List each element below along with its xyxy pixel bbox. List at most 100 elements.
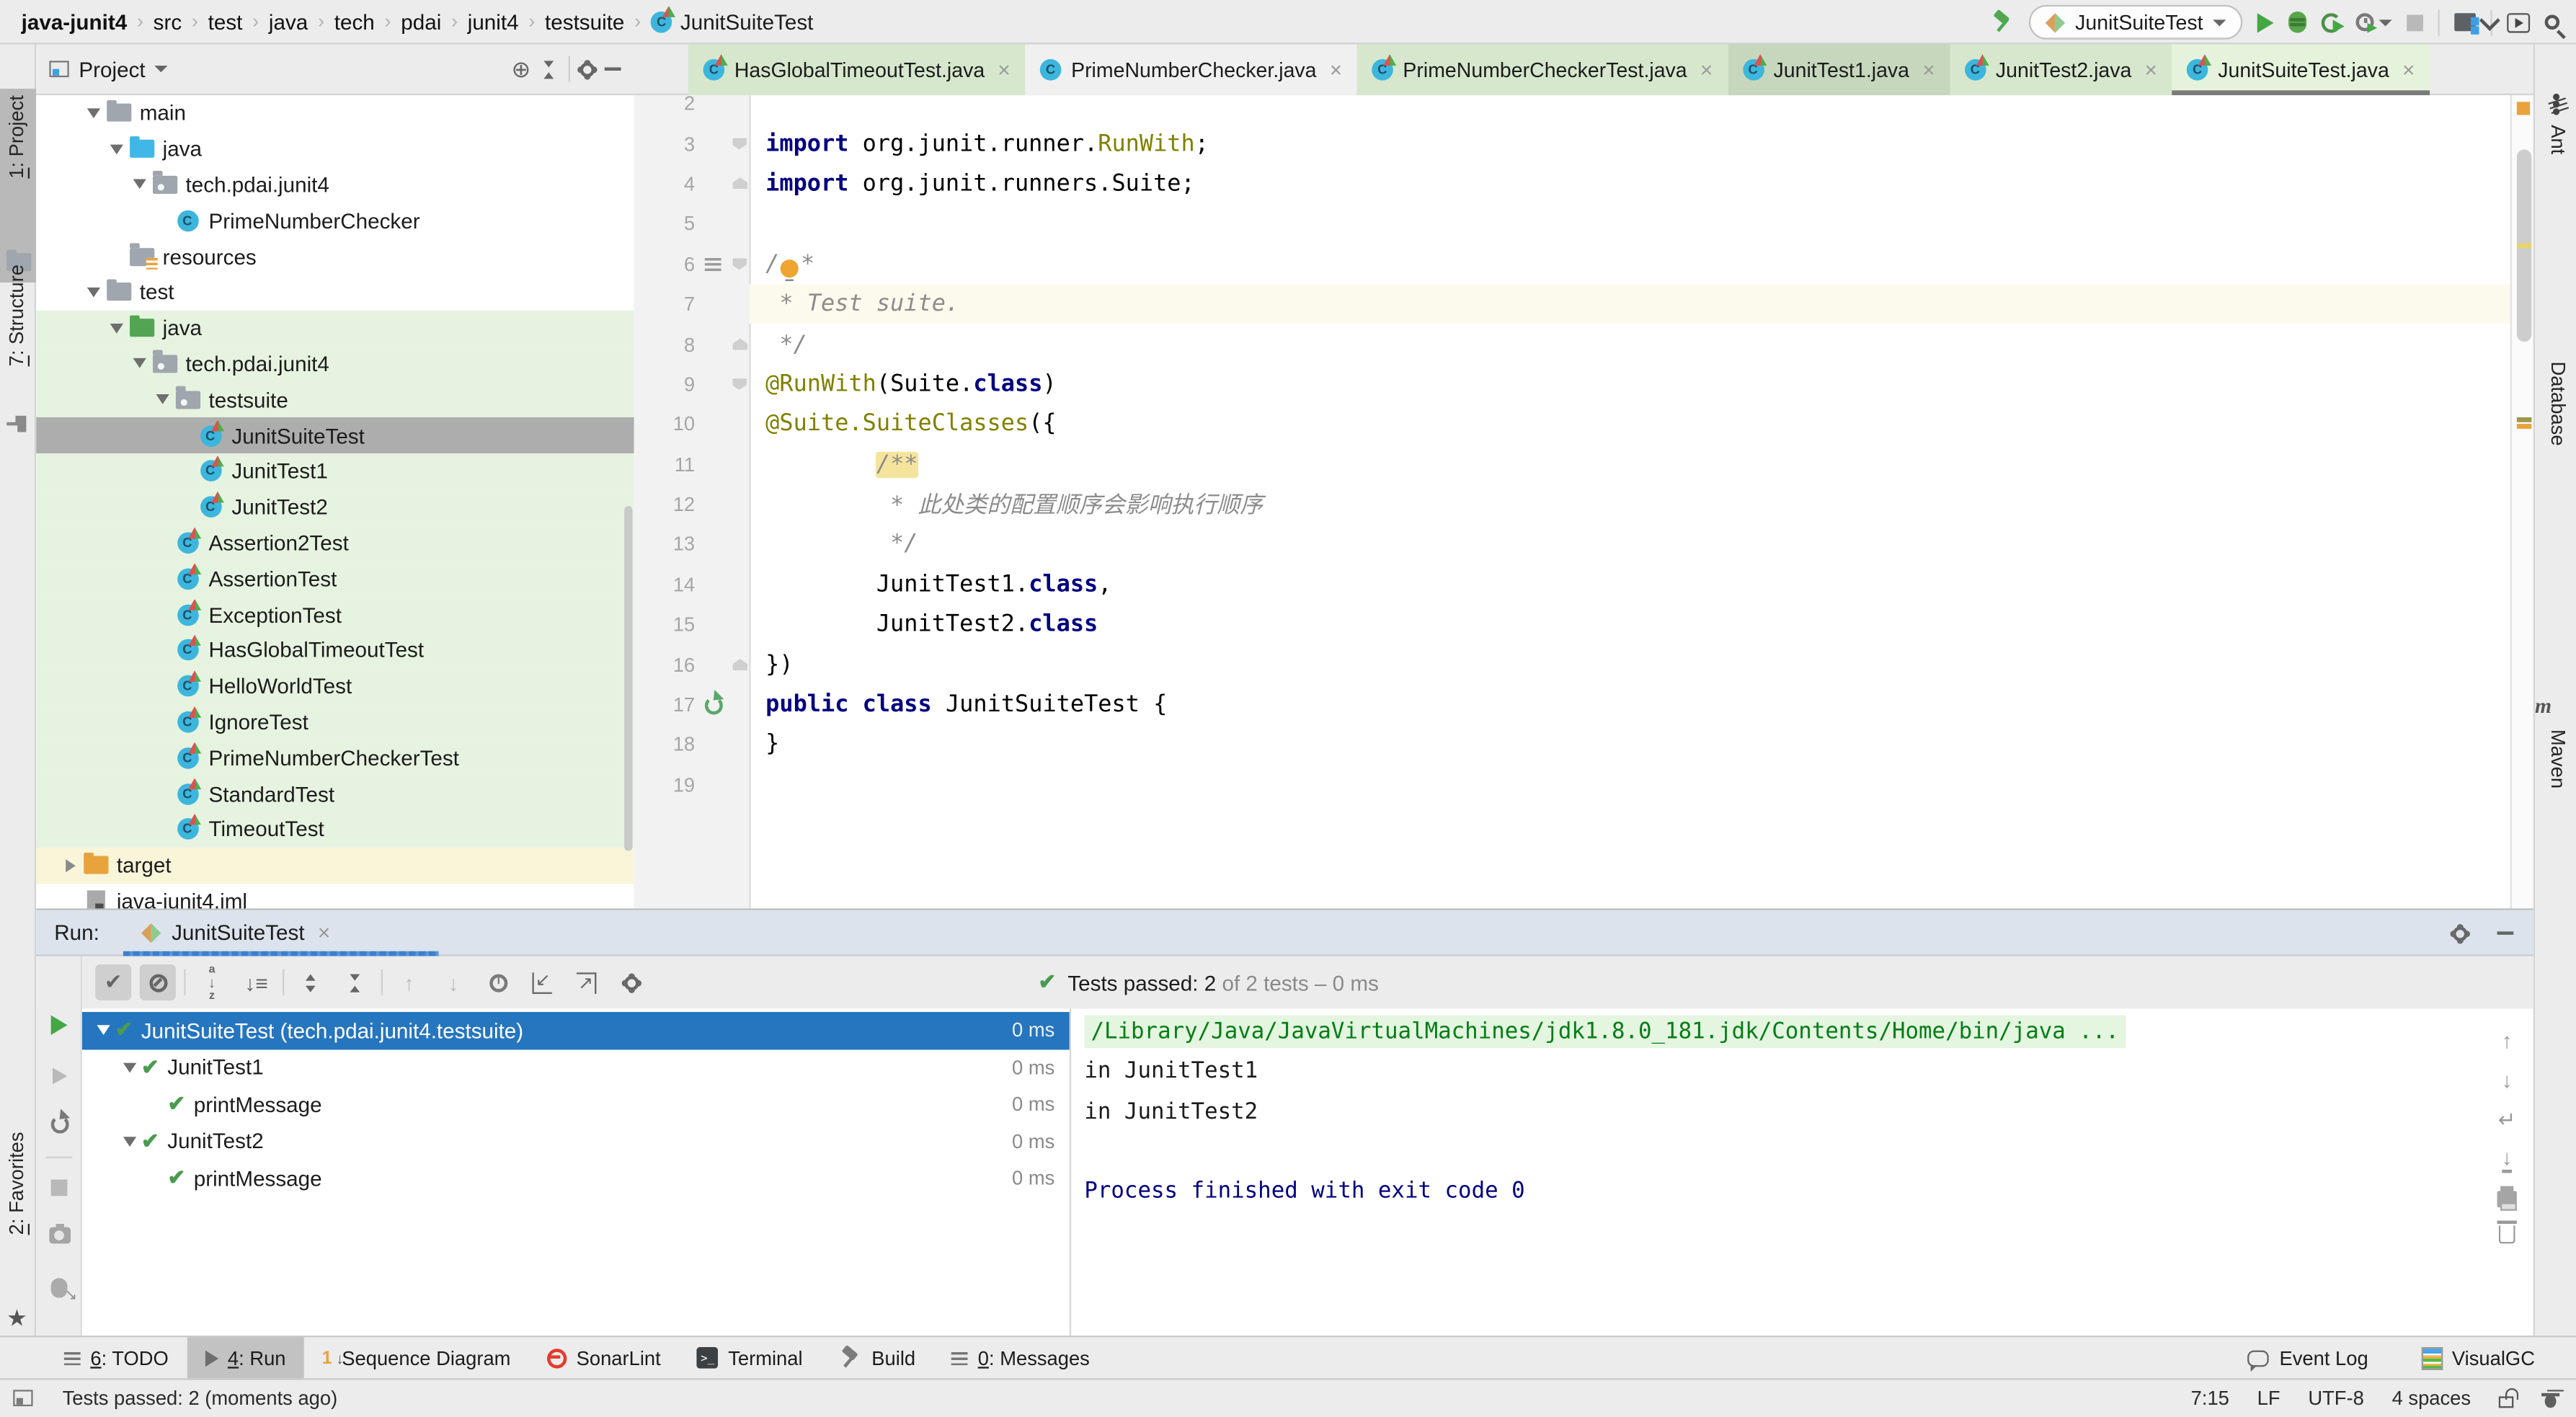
print-icon[interactable] xyxy=(2497,1191,2517,1207)
rerun-icon[interactable] xyxy=(51,1016,68,1035)
close-icon[interactable]: × xyxy=(318,920,330,944)
sidebar-item-project[interactable]: 1: Project xyxy=(0,89,36,283)
tree-item-tech-pdai-junit4[interactable]: tech.pdai.junit4 xyxy=(36,346,634,382)
camera-icon[interactable] xyxy=(48,1227,70,1244)
scroll-to-end-icon[interactable]: ↓ xyxy=(2502,1148,2513,1173)
gear-icon[interactable] xyxy=(2453,925,2468,941)
project-panel-title[interactable]: Project xyxy=(79,57,145,81)
tree-item-java-junit4-iml[interactable]: java-junit4.iml xyxy=(36,883,634,908)
tab-junitsuitetest-java[interactable]: JunitSuiteTest.java× xyxy=(2172,45,2429,96)
scrollbar-thumb[interactable] xyxy=(624,506,632,851)
test-history-icon[interactable] xyxy=(480,964,516,1000)
tree-item-resources[interactable]: resources xyxy=(36,239,634,275)
breadcrumb-item[interactable]: junit4 xyxy=(468,9,519,34)
chevron-down-icon[interactable] xyxy=(2379,19,2391,25)
status-widget[interactable]: LF xyxy=(2257,1387,2280,1411)
locate-icon[interactable]: ⊕ xyxy=(511,58,530,81)
run-tab[interactable]: JunitSuiteTest × xyxy=(142,920,330,944)
sort-alphabetically-icon[interactable]: a↓z xyxy=(194,964,230,1000)
fold-down-icon[interactable] xyxy=(732,258,747,270)
tab-junittest2-java[interactable]: JunitTest2.java× xyxy=(1950,45,2172,96)
tree-item-standardtest[interactable]: StandardTest xyxy=(36,776,634,812)
fold-up-icon[interactable] xyxy=(732,339,747,350)
tree-item-primenumberchecker[interactable]: PrimeNumberChecker xyxy=(36,203,634,239)
coverage-button[interactable] xyxy=(2322,12,2341,32)
status-widget[interactable]: 7:15 xyxy=(2191,1387,2229,1411)
fold-up-icon[interactable] xyxy=(732,659,747,670)
toolwindow-button-visualgc[interactable]: VisualGC xyxy=(2403,1336,2553,1379)
collapse-all-icon[interactable] xyxy=(337,964,373,1000)
sidebar-item-database[interactable]: Database xyxy=(2535,332,2576,440)
sort-by-duration-icon[interactable]: ↓≡ xyxy=(238,964,274,1000)
tree-chevron-down-icon[interactable] xyxy=(118,1137,141,1147)
test-row-junittest1[interactable]: ✔JunitTest10 ms xyxy=(82,1049,1070,1085)
tree-chevron-down-icon[interactable] xyxy=(105,323,128,333)
fold-down-icon[interactable] xyxy=(732,378,747,390)
sidebar-item-structure[interactable]: 7: Structure xyxy=(0,258,36,445)
breadcrumb-item[interactable]: tech xyxy=(334,9,375,34)
tree-chevron-down-icon[interactable] xyxy=(105,144,128,154)
tree-chevron-down-icon[interactable] xyxy=(82,288,105,298)
tree-item-ignoretest[interactable]: IgnoreTest xyxy=(36,704,634,740)
tree-item-assertiontest[interactable]: AssertionTest xyxy=(36,561,634,597)
status-widget[interactable]: UTF-8 xyxy=(2308,1387,2363,1411)
breadcrumb-item[interactable]: testsuite xyxy=(545,9,624,34)
profiler-button[interactable] xyxy=(2356,13,2374,31)
sidebar-item-favorites[interactable]: 2: Favorites★ xyxy=(0,1132,36,1312)
toolwindow-button-todo[interactable]: 6: TODO xyxy=(46,1336,187,1379)
close-icon[interactable]: × xyxy=(998,58,1010,82)
toolwindow-button-event-log[interactable]: Event Log xyxy=(2230,1336,2386,1379)
tree-item-testsuite[interactable]: testsuite xyxy=(36,382,634,418)
gear-icon[interactable] xyxy=(613,964,649,1000)
run-console[interactable]: /Library/Java/JavaVirtualMachines/jdk1.8… xyxy=(1072,1008,2490,1337)
toolwindow-toggle-icon[interactable] xyxy=(13,1390,32,1407)
close-icon[interactable]: × xyxy=(2145,58,2157,82)
status-widget[interactable]: 4 spaces xyxy=(2392,1387,2471,1411)
run-button[interactable] xyxy=(2257,12,2274,32)
lock-icon[interactable] xyxy=(2499,1396,2514,1408)
tree-chevron-right-icon[interactable] xyxy=(59,858,82,871)
tree-chevron-down-icon[interactable] xyxy=(128,359,151,369)
toggle-auto-test-icon[interactable] xyxy=(50,1116,68,1134)
tree-item-helloworldtest[interactable]: HelloWorldTest xyxy=(36,668,634,704)
build-hammer-icon[interactable] xyxy=(1991,12,2015,33)
breadcrumb-item[interactable]: java-junit4 xyxy=(22,9,128,34)
tab-junittest1-java[interactable]: JunitTest1.java× xyxy=(1728,45,1950,96)
tree-item-assertion2test[interactable]: Assertion2Test xyxy=(36,525,634,561)
toolwindow-button-messages[interactable]: 0: Messages xyxy=(933,1336,1108,1379)
scroll-down-icon[interactable]: ↓ xyxy=(2502,1068,2513,1093)
sidebar-item-maven[interactable]: mMaven xyxy=(2535,693,2576,783)
debug-button[interactable] xyxy=(2288,12,2306,33)
toolwindow-button-sonarlint[interactable]: SonarLint xyxy=(529,1336,679,1379)
bookmark-lines-icon[interactable] xyxy=(705,257,721,270)
close-icon[interactable]: × xyxy=(1330,58,1342,82)
breadcrumb-item[interactable]: test xyxy=(208,9,243,34)
scroll-up-icon[interactable]: ↑ xyxy=(2502,1029,2513,1053)
breadcrumb-item[interactable]: java xyxy=(269,9,308,34)
run-anything-icon[interactable] xyxy=(2507,12,2530,32)
tree-chevron-down-icon[interactable] xyxy=(92,1026,115,1036)
sidebar-item-ant[interactable]: Ant xyxy=(2535,94,2576,150)
tree-item-junittest2[interactable]: JunitTest2 xyxy=(36,489,634,525)
fold-up-icon[interactable] xyxy=(732,178,747,190)
breadcrumb-item[interactable]: src xyxy=(154,9,182,34)
close-icon[interactable]: × xyxy=(1700,58,1713,82)
tree-item-tech-pdai-junit4[interactable]: tech.pdai.junit4 xyxy=(36,167,634,203)
chevron-down-icon[interactable] xyxy=(155,66,168,72)
tree-item-junitsuitetest[interactable]: JunitSuiteTest xyxy=(36,417,634,453)
search-everywhere-icon[interactable] xyxy=(2545,15,2560,30)
tree-chevron-down-icon[interactable] xyxy=(118,1062,141,1072)
tree-chevron-down-icon[interactable] xyxy=(82,108,105,118)
gear-icon[interactable] xyxy=(580,61,595,76)
tab-primenumbercheckertest-java[interactable]: PrimeNumberCheckerTest.java× xyxy=(1357,45,1728,96)
tab-hasglobaltimeouttest-java[interactable]: HasGlobalTimeoutTest.java× xyxy=(688,45,1025,96)
hide-panel-icon[interactable] xyxy=(2497,931,2514,935)
test-row-printmessage[interactable]: ✔printMessage0 ms xyxy=(82,1160,1070,1196)
breadcrumb-item[interactable]: pdai xyxy=(401,9,441,34)
toolwindow-button-terminal[interactable]: >_Terminal xyxy=(679,1336,821,1379)
expand-all-icon[interactable] xyxy=(293,964,329,1000)
hector-inspections-icon[interactable] xyxy=(2541,1390,2559,1408)
tree-item-exceptiontest[interactable]: ExceptionTest xyxy=(36,597,634,633)
tab-primenumberchecker-java[interactable]: PrimeNumberChecker.java× xyxy=(1025,45,1356,96)
toolwindow-button-build[interactable]: Build xyxy=(821,1336,934,1379)
